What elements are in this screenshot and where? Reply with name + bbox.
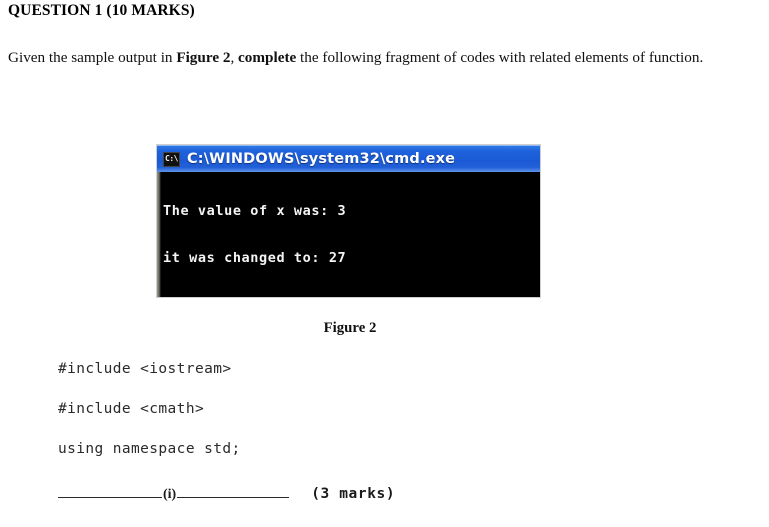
- code-fragment: #include <iostream> #include <cmath> usi…: [58, 359, 241, 479]
- figure-caption: Figure 2: [323, 320, 377, 336]
- cmd-output: The value of x was: 3 it was changed to:…: [163, 173, 434, 297]
- cmd-window-title: C:\WINDOWS\system32\cmd.exe: [187, 151, 456, 167]
- answer-blank-left[interactable]: [58, 484, 162, 498]
- question-body-part-3: the following fragment of codes with rel…: [296, 49, 704, 66]
- answer-blank-right[interactable]: [177, 484, 290, 498]
- cmd-left-edge: [157, 172, 161, 297]
- answer-item-label: (i): [163, 487, 177, 502]
- answer-blank-row: (i) (3 marks): [58, 484, 395, 503]
- cmd-titlebar: C:\ C:\WINDOWS\system32\cmd.exe: [157, 145, 540, 172]
- code-line: using namespace std;: [58, 441, 241, 457]
- cmd-output-line: The value of x was: 3: [163, 203, 347, 219]
- cmd-icon: C:\: [163, 151, 180, 167]
- code-line: #include <cmath>: [58, 401, 205, 417]
- question-body-part-2: ,: [230, 49, 239, 66]
- marks-label: (3 marks): [311, 486, 396, 502]
- code-line: #include <iostream>: [58, 361, 232, 377]
- exam-page: QUESTION 1 (10 MARKS) Given the sample o…: [0, 0, 769, 527]
- question-body-part-1: Given the sample output in: [8, 49, 177, 66]
- cmd-output-line: it was changed to: 27: [163, 249, 347, 266]
- cmd-icon-glyph: C:\: [165, 154, 178, 163]
- cmd-console-body: The value of x was: 3 it was changed to:…: [157, 172, 540, 297]
- question-body: Given the sample output in Figure 2, com…: [8, 42, 708, 73]
- figure-reference: Figure 2: [176, 49, 231, 66]
- cmd-window: C:\ C:\WINDOWS\system32\cmd.exe The valu…: [157, 145, 540, 297]
- question-heading: QUESTION 1 (10 MARKS): [8, 2, 195, 19]
- complete-emphasis: complete: [238, 49, 297, 66]
